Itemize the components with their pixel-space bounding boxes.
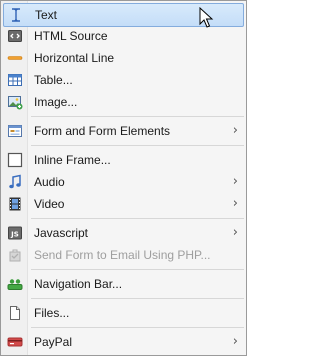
audio-note-icon [7, 174, 23, 190]
menu-item-video[interactable]: Video › [3, 193, 244, 215]
form-icon [7, 123, 23, 139]
menu-item-label: Send Form to Email Using PHP... [34, 248, 211, 262]
submenu-arrow-icon: › [232, 123, 238, 138]
inline-frame-icon [7, 152, 23, 168]
javascript-icon: JS [7, 225, 23, 241]
menu-item-label: HTML Source [34, 29, 108, 43]
menu-item-label: Audio [34, 175, 65, 189]
video-film-icon [7, 196, 23, 212]
paypal-icon [7, 334, 23, 350]
menu-item-label: Files... [34, 306, 70, 320]
menu-item-files[interactable]: Files... [3, 302, 244, 324]
menu-item-horizontal-line[interactable]: Horizontal Line [3, 47, 244, 69]
menu-item-navigation-bar[interactable]: Navigation Bar... [3, 273, 244, 295]
menu-item-label: Image... [34, 95, 78, 109]
submenu-arrow-icon: › [232, 225, 238, 240]
insert-context-menu: Text HTML Source Horizontal Line Table..… [0, 0, 247, 356]
menu-item-label: Javascript [34, 226, 89, 240]
menu-separator [31, 116, 244, 117]
menu-item-label: Text [35, 8, 58, 22]
file-icon [7, 305, 23, 321]
navigation-bar-icon [7, 276, 23, 292]
menu-item-label: Horizontal Line [34, 51, 115, 65]
horizontal-line-icon [7, 50, 23, 66]
menu-separator [31, 145, 244, 146]
menu-item-label: Navigation Bar... [34, 277, 123, 291]
submenu-arrow-icon: › [232, 196, 238, 211]
menu-separator [31, 269, 244, 270]
menu-item-label: Inline Frame... [34, 153, 111, 167]
menu-item-label: PayPal [34, 335, 73, 349]
table-icon [7, 72, 23, 88]
image-icon [7, 94, 23, 110]
menu-item-paypal[interactable]: PayPal › [3, 331, 244, 353]
menu-item-inline-frame[interactable]: Inline Frame... [3, 149, 244, 171]
menu-item-send-form-email: Send Form to Email Using PHP... [3, 244, 244, 266]
menu-item-label: Form and Form Elements [34, 124, 171, 138]
menu-item-audio[interactable]: Audio › [3, 171, 244, 193]
send-email-icon [7, 247, 23, 263]
menu-item-form-elements[interactable]: Form and Form Elements › [3, 120, 244, 142]
submenu-arrow-icon: › [232, 174, 238, 189]
menu-item-image[interactable]: Image... [3, 91, 244, 113]
menu-item-table[interactable]: Table... [3, 69, 244, 91]
svg-text:JS: JS [10, 231, 19, 239]
text-cursor-icon [8, 7, 24, 23]
mouse-pointer-icon [199, 6, 215, 29]
menu-separator [31, 298, 244, 299]
menu-separator [31, 327, 244, 328]
menu-item-label: Table... [34, 73, 73, 87]
menu-item-javascript[interactable]: JS Javascript › [3, 222, 244, 244]
menu-item-label: Video [34, 197, 65, 211]
submenu-arrow-icon: › [232, 334, 238, 349]
menu-separator [31, 218, 244, 219]
html-source-icon [7, 28, 23, 44]
